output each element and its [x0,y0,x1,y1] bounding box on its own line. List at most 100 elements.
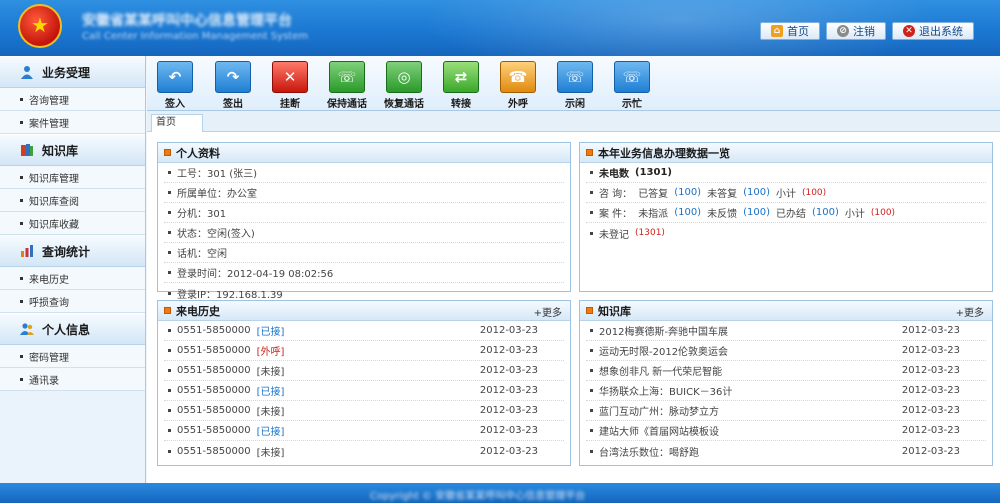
sidebar-item-password-management[interactable]: 密码管理 [0,345,145,368]
sidebar-item-call-history[interactable]: 来电历史 [0,267,145,290]
call-history-row[interactable]: 0551-5850000 [未接] 2012-03-23 [164,361,564,381]
sign-in-icon: ↶ [157,61,193,93]
sign-out-button[interactable]: ↷ 签出 [208,61,258,110]
knowledge-row[interactable]: 运动无时限-2012伦敦奥运会 2012-03-23 [586,341,986,361]
knowledge-title: 运动无时限-2012伦敦奥运会 [599,347,729,358]
case-closed-label: 已办结 [775,209,806,220]
sign-in-button[interactable]: ↶ 签入 [150,61,200,110]
sidebar-item-knowledge-management[interactable]: 知识库管理 [0,166,145,189]
sidebar-item-address-book[interactable]: 通讯录 [0,368,145,391]
consult-answered-count[interactable]: (100) [674,187,701,198]
sidebar-section-title: 查询统计 [42,244,91,259]
knowledge-row[interactable]: 华扬联众上海：BUICK－36计 2012-03-23 [586,381,986,401]
knowledge-date: 2012-03-23 [901,325,960,336]
call-history-panel-header: 来电历史 +更多 [158,301,570,321]
bullet-icon [168,449,171,453]
tool-label: 示闲 [565,99,585,110]
knowledge-row[interactable]: 想象创非凡 新一代荣尼智能 2012-03-23 [586,361,986,381]
case-nofeedback-count[interactable]: (100) [743,207,770,218]
bullet-icon [590,231,593,235]
sidebar-item-label: 来电历史 [29,274,69,286]
consult-unanswered-label: 未答复 [707,189,738,200]
sidebar-item-label: 知识库查阅 [29,196,79,208]
call-date: 2012-03-23 [479,385,538,396]
bullet-icon [20,377,23,381]
call-phone: 0551-5850000 [177,425,251,436]
emblem-logo [18,4,62,48]
system-title: 安徽省某某呼叫中心信息管理平台 [82,13,292,29]
missed-calls-count[interactable]: (1301) [635,167,672,178]
profile-value: 登录IP：192.168.1.39 [177,289,283,301]
call-history-row[interactable]: 0551-5850000 [外呼] 2012-03-23 [164,341,564,361]
knowledge-row[interactable]: 蓝门互动广州：脉动梦立方 2012-03-23 [586,401,986,421]
bullet-icon [590,211,593,214]
idle-status-button[interactable]: ☏ 示闲 [550,61,600,110]
tool-label: 恢复通话 [384,99,424,110]
case-unassigned-count[interactable]: (100) [674,207,701,218]
knowledge-more-link[interactable]: +更多 [956,304,984,319]
call-phone: 0551-5850000 [177,345,251,356]
sidebar-item-label: 通讯录 [29,375,59,387]
sidebar-section-business[interactable]: 业务受理 [0,56,145,88]
home-icon: ⌂ [771,25,783,37]
bullet-icon [168,369,171,372]
call-status: [未接] [256,447,285,459]
hang-up-button[interactable]: ✕ 挂断 [265,61,315,110]
sidebar-section-title: 个人信息 [42,322,91,337]
exit-system-button[interactable]: ✕ 退出系统 [892,22,974,40]
knowledge-title: 华扬联众上海：BUICK－36计 [599,387,733,398]
call-history-row[interactable]: 0551-5850000 [未接] 2012-03-23 [164,441,564,461]
bullet-icon [20,354,23,358]
transfer-button[interactable]: ⇄ 转接 [436,61,486,110]
knowledge-row[interactable]: 2012梅赛德斯-奔驰中国车展 2012-03-23 [586,321,986,341]
logout-button-label: 注销 [853,25,875,38]
exit-icon: ✕ [903,25,915,37]
sidebar-section-statistics[interactable]: 查询统计 [0,235,145,267]
sidebar-item-call-loss-query[interactable]: 呼损查询 [0,290,145,313]
sidebar-section-knowledge[interactable]: 知识库 [0,134,145,166]
tab-home[interactable]: 首页 [151,114,203,132]
hold-call-icon: ☏ [329,61,365,93]
main-content: 个人资料 工号：301 (张三) 所属单位：办公室 分机：301 状态：空闲(签… [147,132,1000,483]
consult-unanswered-count[interactable]: (100) [743,187,770,198]
case-closed-count[interactable]: (100) [812,207,839,218]
call-history-row[interactable]: 0551-5850000 [已接] 2012-03-23 [164,381,564,401]
logout-button[interactable]: ⊘ 注销 [826,22,886,40]
sidebar-item-knowledge-browse[interactable]: 知识库查阅 [0,189,145,212]
business-panel-title: 本年业务信息办理数据一览 [598,146,730,160]
sidebar-section-title: 知识库 [42,143,79,158]
knowledge-row[interactable]: 建站大师《首届网站模板设 2012-03-23 [586,421,986,441]
call-status: [外呼] [256,347,285,358]
sidebar-section-title: 业务受理 [42,65,91,80]
sidebar-item-consult-management[interactable]: 咨询管理 [0,88,145,111]
bullet-icon [20,299,23,303]
case-unassigned-label: 未指派 [638,209,669,220]
sidebar-item-knowledge-favorites[interactable]: 知识库收藏 [0,212,145,235]
call-date: 2012-03-23 [479,345,538,356]
bullet-icon [590,449,593,453]
profile-row: 所属单位：办公室 [164,183,564,203]
sidebar-item-case-management[interactable]: 案件管理 [0,111,145,134]
call-toolbar: ↶ 签入 ↷ 签出 ✕ 挂断 ☏ 保持通话 ◎ 恢复通话 ⇄ 转接 ☎ 外呼 ☏… [147,56,1000,111]
call-history-more-link[interactable]: +更多 [534,304,562,319]
call-history-row[interactable]: 0551-5850000 [已接] 2012-03-23 [164,321,564,341]
hold-call-button[interactable]: ☏ 保持通话 [322,61,372,110]
case-subtotal-label: 小计 [844,209,865,220]
resume-call-button[interactable]: ◎ 恢复通话 [379,61,429,110]
tool-label: 保持通话 [327,99,367,110]
bar-chart-icon [21,245,33,257]
outbound-call-button[interactable]: ☎ 外呼 [493,61,543,110]
bullet-icon [20,221,23,225]
knowledge-panel-header: 知识库 +更多 [580,301,992,321]
consult-label: 咨 询： [599,189,633,200]
call-history-row[interactable]: 0551-5850000 [未接] 2012-03-23 [164,401,564,421]
knowledge-row[interactable]: 台湾法乐数位：喝舒跑 2012-03-23 [586,441,986,461]
tool-label: 挂断 [280,99,300,110]
call-history-row[interactable]: 0551-5850000 [已接] 2012-03-23 [164,421,564,441]
home-button[interactable]: ⌂ 首页 [760,22,820,40]
panel-header-icon [586,307,593,314]
sidebar-section-personal[interactable]: 个人信息 [0,313,145,345]
busy-status-button[interactable]: ☏ 示忙 [607,61,657,110]
unregistered-count[interactable]: (1301) [635,228,665,238]
case-subtotal-count: (100) [870,207,896,218]
